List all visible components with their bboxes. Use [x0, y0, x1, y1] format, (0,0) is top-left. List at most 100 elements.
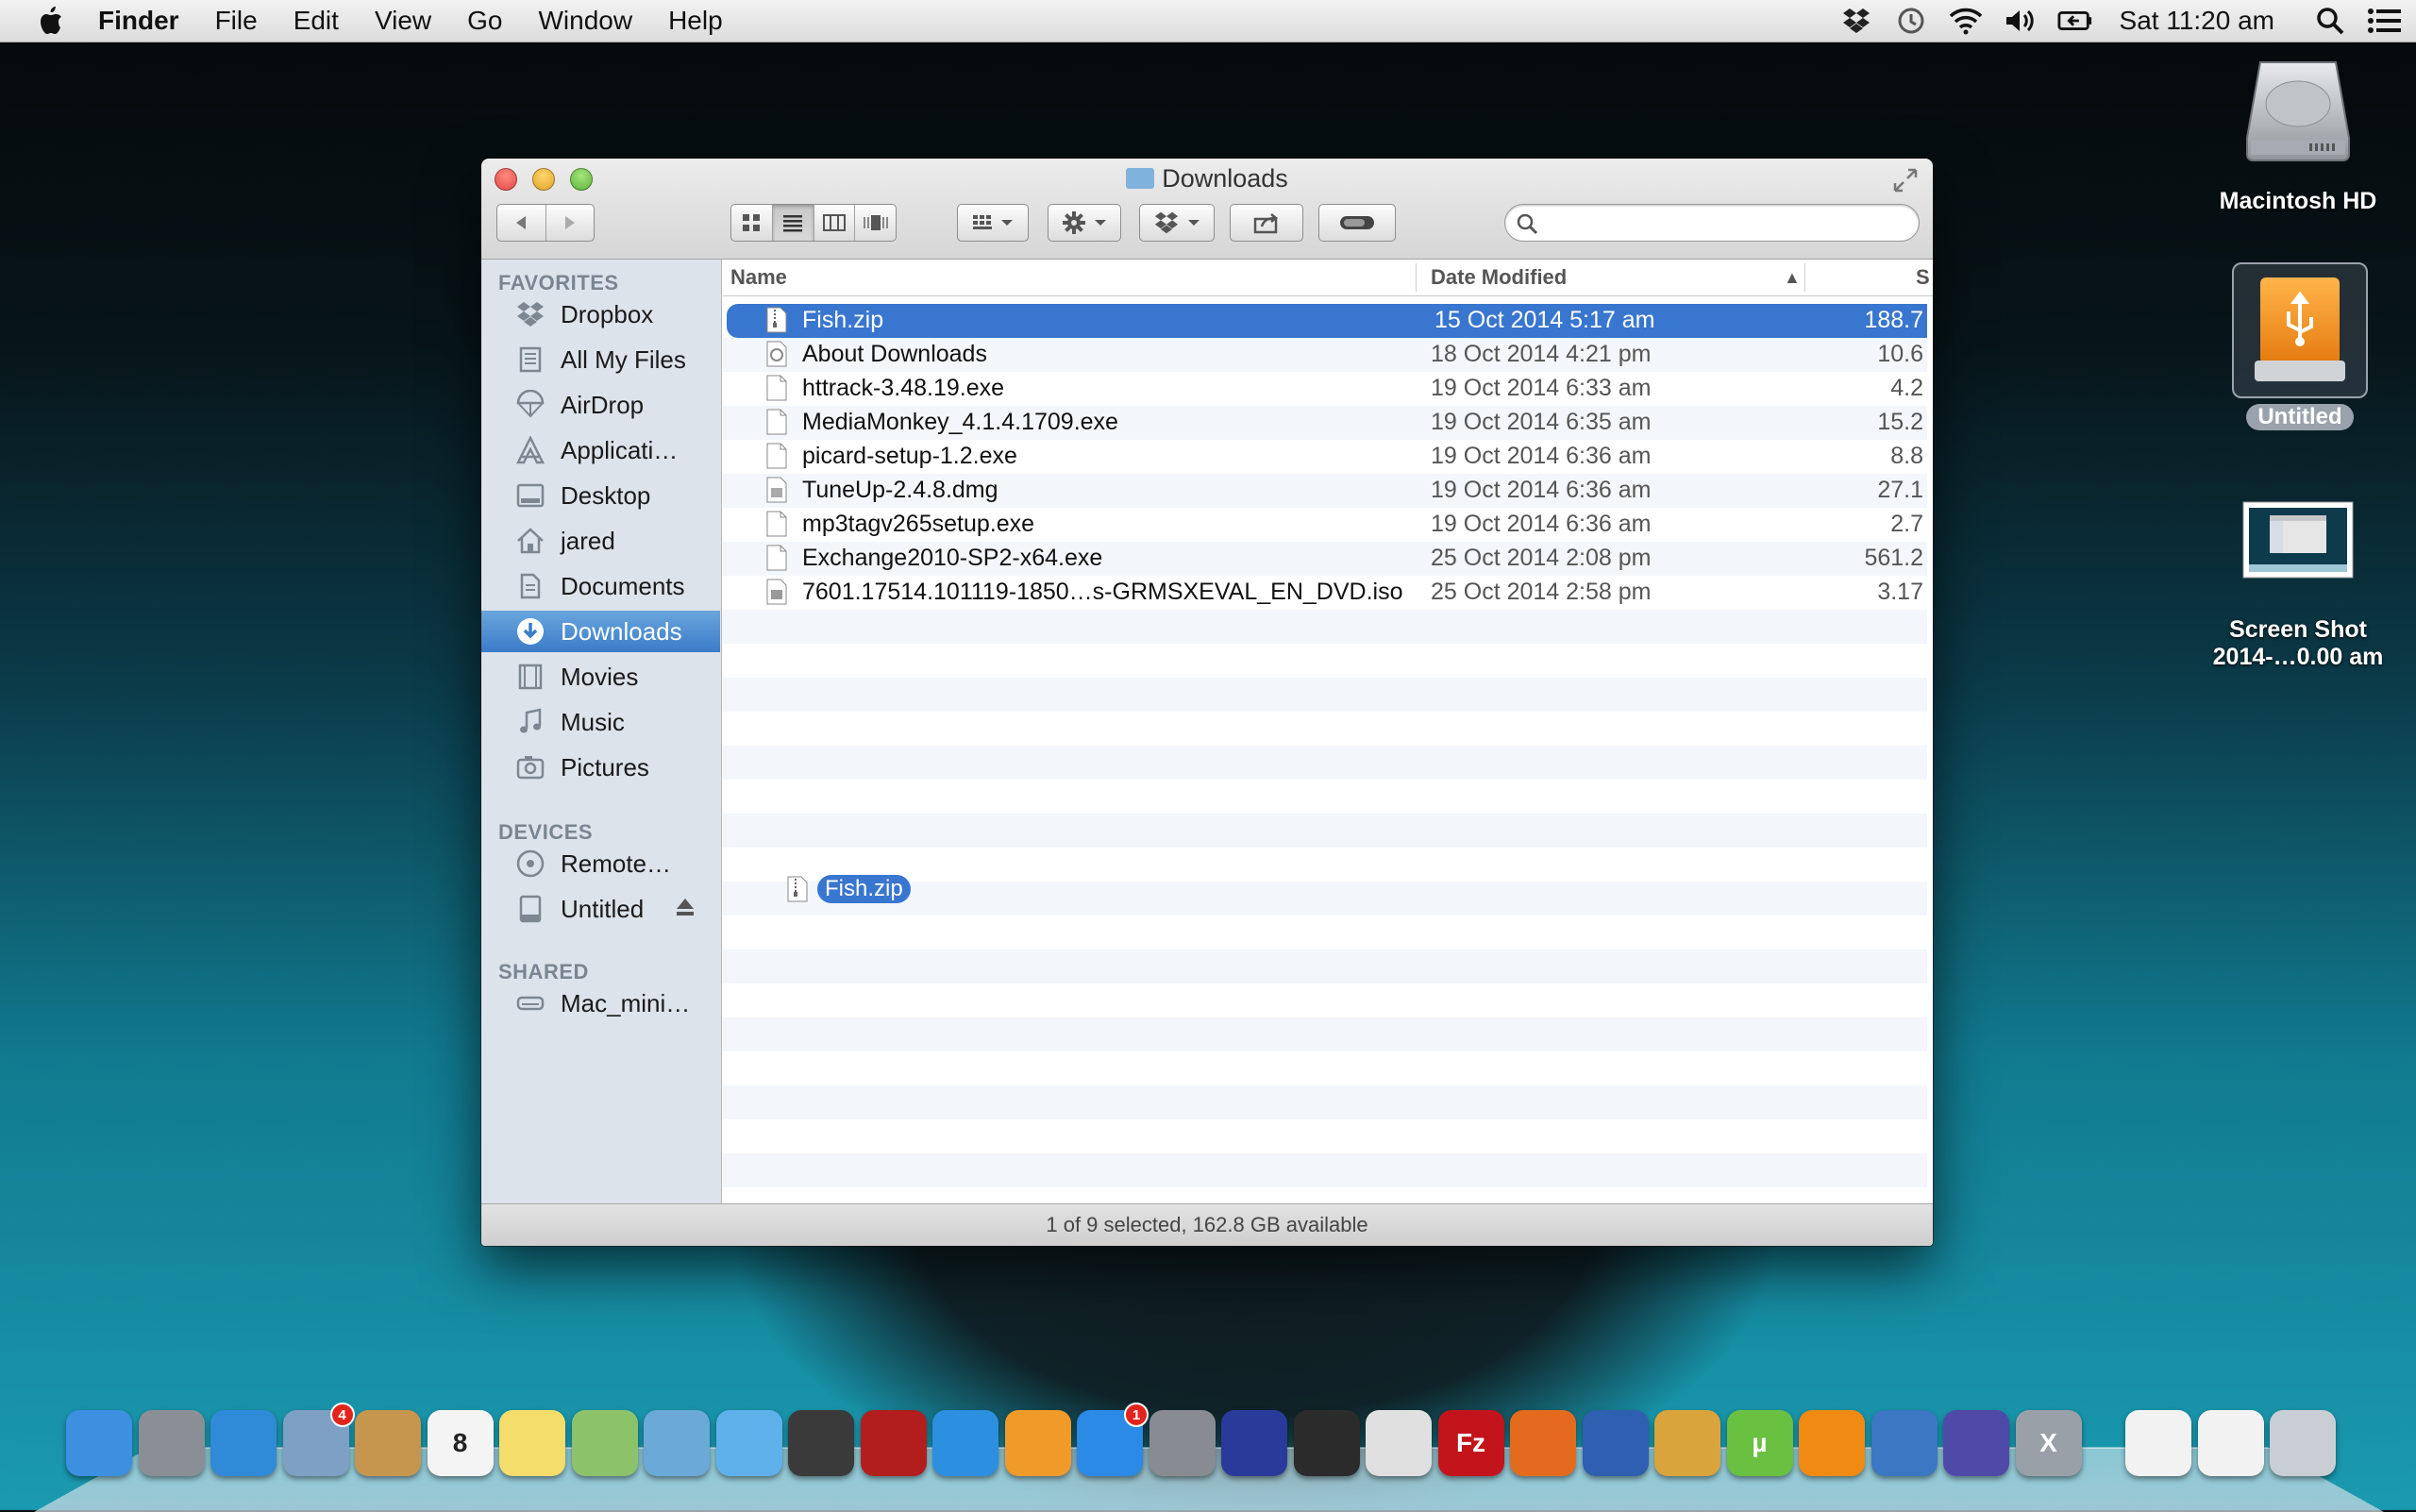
monitor-icon[interactable] — [1943, 1410, 2009, 1476]
fs-icon[interactable] — [1582, 1410, 1649, 1476]
sidebar-item-music[interactable]: Music — [481, 701, 720, 743]
column-name[interactable]: Name — [730, 265, 787, 290]
search-input[interactable] — [1545, 209, 1907, 239]
menu-go[interactable]: Go — [467, 6, 502, 36]
dropbox-toolbar-button[interactable] — [1139, 204, 1215, 242]
arrange-button[interactable] — [957, 204, 1029, 242]
battery-icon[interactable] — [2056, 5, 2093, 37]
dashboard-icon[interactable] — [1293, 1410, 1360, 1476]
chrome-icon[interactable] — [1366, 1410, 1432, 1476]
column-view-button[interactable] — [814, 205, 856, 241]
file-row[interactable]: picard-setup-1.2.exe 19 Oct 2014 6:36 am… — [723, 440, 1927, 474]
menu-file[interactable]: File — [215, 6, 258, 36]
trash-icon[interactable] — [2270, 1410, 2336, 1476]
time-machine-icon[interactable] — [1893, 5, 1929, 37]
menu-help[interactable]: Help — [668, 6, 723, 36]
app-menu-finder[interactable]: Finder — [98, 6, 179, 36]
app-store-icon[interactable]: 1 — [1077, 1403, 1149, 1476]
share-button[interactable] — [1230, 204, 1303, 242]
tags-button[interactable] — [1318, 204, 1396, 242]
desktop-icon-label-line2: 2014-…0.00 am — [2212, 644, 2384, 670]
file-row[interactable]: TuneUp-2.4.8.dmg 19 Oct 2014 6:36 am 27.… — [723, 474, 1927, 508]
ibooks-icon[interactable] — [1004, 1410, 1071, 1476]
contacts-icon[interactable] — [355, 1410, 421, 1476]
iphoto-icon[interactable] — [644, 1410, 710, 1476]
column-separator[interactable] — [1416, 263, 1417, 292]
menu-window[interactable]: Window — [538, 6, 632, 36]
audacity-icon[interactable] — [1221, 1410, 1287, 1476]
file-row[interactable]: httrack-3.48.19.exe 19 Oct 2014 6:33 am … — [723, 372, 1927, 406]
photo-booth-icon[interactable] — [860, 1410, 927, 1476]
sidebar-item-untitled-drive[interactable]: Untitled — [481, 888, 720, 930]
file-row[interactable]: Fish.zip 15 Oct 2014 5:17 am 188.7 — [727, 304, 1927, 338]
mail-icon[interactable]: 4 — [282, 1403, 355, 1476]
sidebar-item-documents[interactable]: Documents — [481, 565, 720, 607]
file-row[interactable]: mp3tagv265setup.exe 19 Oct 2014 6:36 am … — [723, 508, 1927, 542]
safari-icon[interactable] — [210, 1410, 277, 1476]
volume-icon[interactable] — [2003, 5, 2038, 37]
menu-view[interactable]: View — [375, 6, 431, 36]
action-button[interactable] — [1048, 204, 1121, 242]
calendar-icon[interactable]: 8 — [427, 1410, 494, 1476]
sidebar-item-home[interactable]: jared — [481, 520, 720, 562]
file-row[interactable]: About Downloads 18 Oct 2014 4:21 pm 10.6 — [723, 338, 1927, 372]
facetime-icon[interactable] — [788, 1410, 854, 1476]
menu-edit[interactable]: Edit — [294, 6, 339, 36]
sidebar-item-applications[interactable]: Applicati… — [481, 429, 720, 471]
notes-icon[interactable] — [499, 1410, 565, 1476]
apple-icon[interactable] — [36, 5, 64, 37]
forward-button[interactable] — [546, 205, 595, 241]
rtf-document-icon[interactable] — [2125, 1410, 2191, 1476]
sidebar-item-dropbox[interactable]: Dropbox — [481, 294, 720, 335]
column-separator[interactable] — [1804, 263, 1805, 292]
file-size: 561.2 — [1864, 545, 1923, 571]
firefox-icon[interactable] — [1510, 1410, 1576, 1476]
spotlight-icon[interactable] — [2312, 5, 2348, 37]
messages-icon[interactable] — [715, 1410, 782, 1476]
sidebar-item-all-my-files[interactable]: All My Files — [481, 339, 720, 380]
x11-icon[interactable]: X — [2015, 1410, 2082, 1476]
system-preferences-icon[interactable] — [1149, 1410, 1216, 1476]
icon-view-button[interactable] — [731, 205, 773, 241]
sidebar-item-airdrop[interactable]: AirDrop — [481, 384, 720, 426]
file-row[interactable]: 7601.17514.101119-1850…s-GRMSXEVAL_EN_DV… — [723, 576, 1927, 610]
file-row[interactable]: MediaMonkey_4.1.4.1709.exe 19 Oct 2014 6… — [723, 406, 1927, 440]
sidebar-item-downloads[interactable]: Downloads — [481, 611, 720, 652]
desktop-icon-screenshot[interactable]: Screen Shot 2014-…0.00 am — [2190, 500, 2407, 671]
file-name: Fish.zip — [802, 307, 884, 333]
wifi-icon[interactable] — [1948, 5, 1984, 37]
document-icon[interactable] — [2197, 1410, 2264, 1476]
file-name: 7601.17514.101119-1850…s-GRMSXEVAL_EN_DV… — [802, 579, 1403, 605]
file-row[interactable]: Exchange2010-SP2-x64.exe 25 Oct 2014 2:0… — [723, 542, 1927, 576]
window-titlebar[interactable]: Downloads — [481, 159, 1933, 260]
sidebar-item-desktop[interactable]: Desktop — [481, 475, 720, 516]
notification-center-icon[interactable] — [2367, 5, 2403, 37]
forward-arrow-icon — [564, 216, 575, 229]
column-size[interactable]: S — [1916, 265, 1930, 290]
cocktail-icon[interactable] — [1654, 1410, 1720, 1476]
maps-icon[interactable] — [571, 1410, 638, 1476]
remote-desktop-icon[interactable] — [1871, 1410, 1938, 1476]
back-button[interactable] — [497, 205, 546, 241]
eject-icon[interactable] — [675, 896, 696, 918]
desktop-icon-macintosh-hd[interactable]: Macintosh HD — [2199, 57, 2397, 215]
finder-icon[interactable] — [66, 1410, 132, 1476]
sidebar-item-remote-disc[interactable]: Remote… — [481, 843, 720, 884]
window-title: Downloads — [481, 164, 1933, 193]
list-view-button[interactable] — [772, 205, 814, 241]
search-field[interactable] — [1504, 204, 1920, 242]
utorrent-icon[interactable]: µ — [1726, 1410, 1793, 1476]
column-date-modified[interactable]: Date Modified — [1431, 265, 1567, 290]
desktop-icon-untitled[interactable]: Untitled — [2231, 262, 2369, 430]
itunes-icon[interactable] — [932, 1410, 998, 1476]
launchpad-icon[interactable] — [138, 1410, 205, 1476]
dropbox-icon[interactable] — [1838, 5, 1874, 37]
cover-flow-button[interactable] — [855, 205, 896, 241]
menubar-clock[interactable]: Sat 11:20 am — [2120, 6, 2274, 36]
fullscreen-icon[interactable] — [1891, 166, 1920, 194]
vlc-icon[interactable] — [1799, 1410, 1865, 1476]
sidebar-item-movies[interactable]: Movies — [481, 656, 720, 697]
filezilla-icon[interactable]: Fz — [1437, 1410, 1504, 1476]
sidebar-item-mac-mini[interactable]: Mac_mini… — [481, 983, 720, 1024]
sidebar-item-pictures[interactable]: Pictures — [481, 747, 720, 788]
